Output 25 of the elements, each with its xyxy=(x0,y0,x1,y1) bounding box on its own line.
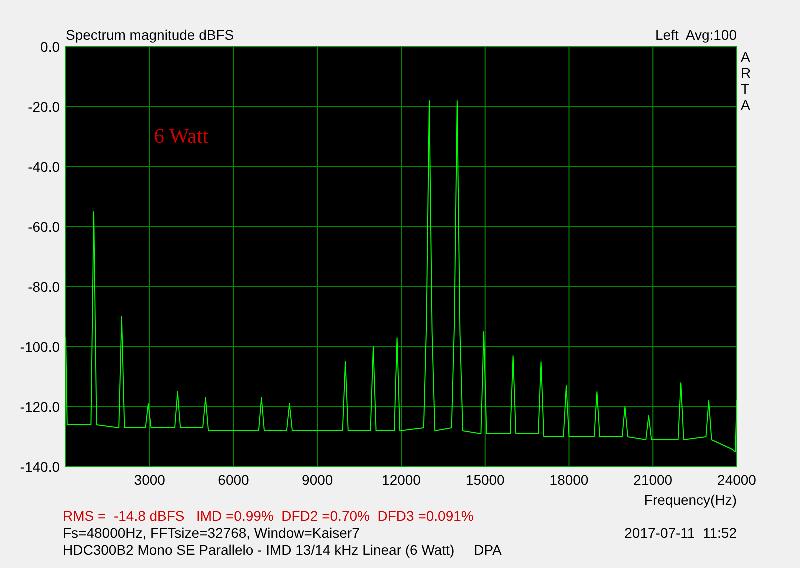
measurement-description: HDC300B2 Mono SE Parallelo - IMD 13/14 kHz Linear (6 Watt) DPA xyxy=(63,542,502,559)
analysis-settings: Fs=48000Hz, FFTsize=32768, Window=Kaiser7 xyxy=(63,525,360,542)
axis-label: -40.0 xyxy=(28,159,60,175)
chart-title: Spectrum magnitude dBFS xyxy=(66,27,234,43)
axis-label: -20.0 xyxy=(28,99,60,115)
axis-label: 3000 xyxy=(134,472,166,488)
axis-label: -60.0 xyxy=(28,219,60,235)
axis-label: 21000 xyxy=(634,472,673,488)
axis-label: 9000 xyxy=(302,472,334,488)
axis-label: 6000 xyxy=(218,472,250,488)
axis-label: -140.0 xyxy=(20,459,60,475)
channel-info: Left Avg:100 xyxy=(656,27,737,43)
axis-label: -80.0 xyxy=(28,279,60,295)
axis-label: 15000 xyxy=(466,472,505,488)
timestamp: 2017-07-11 11:52 xyxy=(624,525,737,542)
annotation-label: 6 Watt xyxy=(154,124,208,148)
axis-label: 0.0 xyxy=(40,39,60,55)
brand-label: ARTA xyxy=(741,49,752,113)
axis-label: 18000 xyxy=(550,472,589,488)
axis-label: 24000 xyxy=(718,472,756,488)
axis-title: Frequency(Hz) xyxy=(644,492,737,508)
axis-label: 12000 xyxy=(382,472,421,488)
axis-label: -100.0 xyxy=(20,339,60,355)
measurement-readout: RMS = -14.8 dBFS IMD =0.99% DFD2 =0.70% DFD3 =0.091% xyxy=(63,508,474,525)
axis-label: -120.0 xyxy=(20,399,60,415)
